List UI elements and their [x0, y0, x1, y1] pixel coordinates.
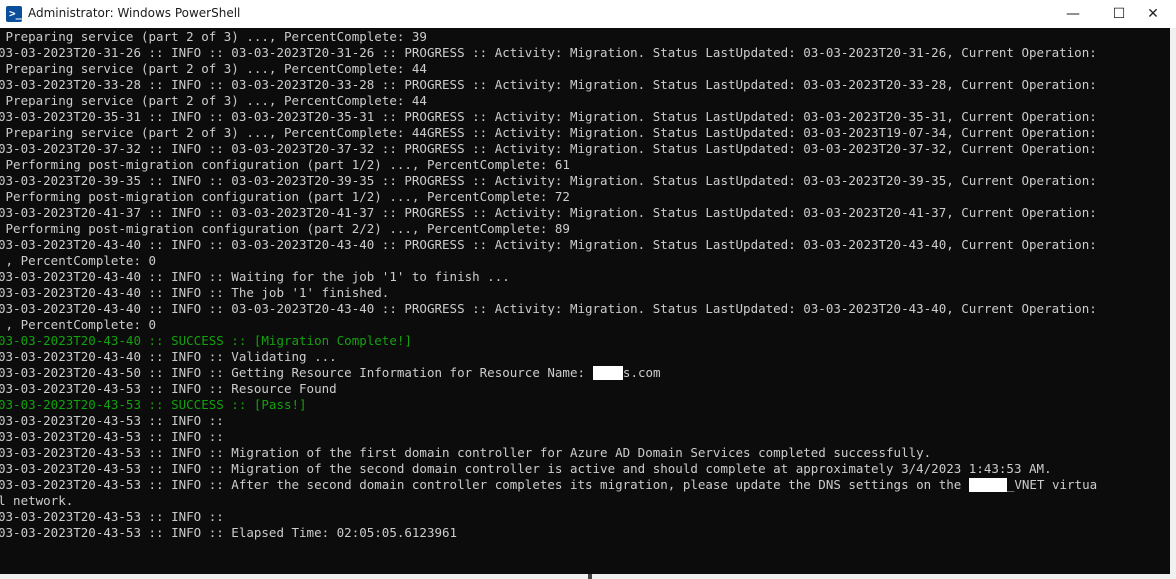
- console-line: 03-03-2023T20-37-32 :: INFO :: 03-03-202…: [0, 141, 1097, 156]
- console-line: 03-03-2023T20-33-28 :: INFO :: 03-03-202…: [0, 77, 1097, 92]
- powershell-window: >_ Administrator: Windows PowerShell — ☐…: [0, 0, 1176, 579]
- console-line: 03-03-2023T20-41-37 :: INFO :: 03-03-202…: [0, 205, 1097, 220]
- console-line: 03-03-2023T20-43-53 :: INFO :: Elapsed T…: [0, 525, 458, 540]
- console-line: Performing post-migration configuration …: [0, 189, 570, 204]
- console-line-success: 03-03-2023T20-43-40 :: SUCCESS :: [Migra…: [0, 333, 412, 348]
- console-line: l network.: [0, 493, 74, 508]
- console-line: 03-03-2023T20-43-53 :: INFO ::: [0, 413, 224, 428]
- line-text: s.com: [622, 365, 661, 380]
- console-line: 03-03-2023T20-43-40 :: INFO :: 03-03-202…: [0, 301, 1097, 316]
- redacted-text: [592, 366, 623, 380]
- line-text: 03-03-2023T20-43-50 :: INFO :: Getting R…: [0, 365, 593, 380]
- console-lines: Preparing service (part 2 of 3) ..., Per…: [0, 29, 1097, 541]
- console-line: 03-03-2023T20-35-31 :: INFO :: 03-03-202…: [0, 109, 1097, 124]
- console-line: 03-03-2023T20-43-50 :: INFO :: Getting R…: [0, 365, 1097, 381]
- console-line: Preparing service (part 2 of 3) ..., Per…: [0, 29, 427, 44]
- console-line: 03-03-2023T20-31-26 :: INFO :: 03-03-202…: [0, 45, 1097, 60]
- line-text: 03-03-2023T20-43-53 :: INFO :: After the…: [0, 477, 969, 492]
- title-bar[interactable]: >_ Administrator: Windows PowerShell — ☐…: [0, 0, 1176, 28]
- console-line: 03-03-2023T20-43-40 :: INFO :: The job '…: [0, 285, 390, 300]
- console-line: 03-03-2023T20-43-53 :: INFO :: Resource …: [0, 381, 337, 396]
- console-line: , PercentComplete: 0: [0, 317, 157, 332]
- powershell-icon: >_: [6, 6, 22, 22]
- console-line: Preparing service (part 2 of 3) ..., Per…: [0, 93, 427, 108]
- console-output[interactable]: Preparing service (part 2 of 3) ..., Per…: [0, 28, 1170, 574]
- close-button[interactable]: ✕: [1130, 0, 1176, 28]
- window-title: Administrator: Windows PowerShell: [28, 6, 241, 20]
- scroll-thumb[interactable]: [588, 574, 592, 579]
- console-line: 03-03-2023T20-43-53 :: INFO :: Migration…: [0, 461, 1052, 476]
- console-line: 03-03-2023T20-43-40 :: INFO :: Waiting f…: [0, 269, 510, 284]
- console-line-success: 03-03-2023T20-43-53 :: SUCCESS :: [Pass!…: [0, 397, 307, 412]
- console-line: Performing post-migration configuration …: [0, 157, 570, 172]
- console-line: 03-03-2023T20-43-53 :: INFO :: Migration…: [0, 445, 932, 460]
- console-line: Preparing service (part 2 of 3) ..., Per…: [0, 61, 427, 76]
- console-line: 03-03-2023T20-43-53 :: INFO ::: [0, 429, 224, 444]
- redacted-text: [968, 478, 1007, 492]
- console-line: 03-03-2023T20-39-35 :: INFO :: 03-03-202…: [0, 173, 1097, 188]
- console-line: Performing post-migration configuration …: [0, 221, 570, 236]
- console-line: 03-03-2023T20-43-40 :: INFO :: 03-03-202…: [0, 237, 1097, 252]
- console-line: Preparing service (part 2 of 3) ..., Per…: [0, 125, 1097, 140]
- console-line: 03-03-2023T20-43-53 :: INFO :: After the…: [0, 477, 1097, 493]
- console-line: 03-03-2023T20-43-40 :: INFO :: Validatin…: [0, 349, 337, 364]
- console-line: 03-03-2023T20-43-53 :: INFO ::: [0, 509, 224, 524]
- vertical-scrollbar[interactable]: [1170, 28, 1176, 574]
- line-text: _VNET virtua: [1006, 477, 1098, 492]
- minimize-button[interactable]: —: [1050, 0, 1096, 28]
- console-line: , PercentComplete: 0: [0, 253, 157, 268]
